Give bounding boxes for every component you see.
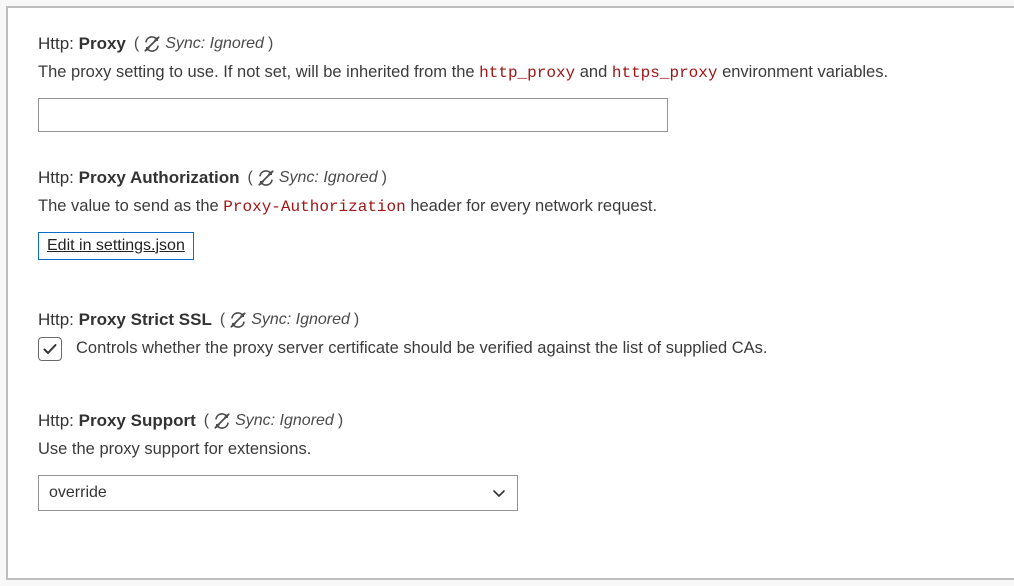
- proxy-input[interactable]: [38, 98, 668, 132]
- setting-category: Http:: [38, 168, 74, 187]
- desc-text: and: [575, 63, 612, 81]
- setting-http-proxy-strict-ssl: Http: Proxy Strict SSL ( Sync: Ignored): [38, 310, 988, 362]
- checkbox-row: Controls whether the proxy server certif…: [38, 336, 988, 362]
- sync-ignored-label: Sync: Ignored: [279, 169, 378, 187]
- desc-code: Proxy-Authorization: [223, 198, 405, 216]
- select-value: override: [49, 484, 107, 502]
- setting-header: Http: Proxy Authorization ( Sync: Ignore…: [38, 168, 988, 188]
- setting-name: Proxy: [79, 34, 126, 53]
- setting-title: Http: Proxy: [38, 34, 126, 54]
- setting-title: Http: Proxy Strict SSL: [38, 310, 212, 330]
- edit-in-settings-json-link[interactable]: Edit in settings.json: [38, 232, 194, 260]
- proxy-support-select[interactable]: override: [38, 475, 518, 511]
- setting-description: The proxy setting to use. If not set, wi…: [38, 60, 988, 86]
- desc-text: environment variables.: [717, 63, 888, 81]
- setting-header: Http: Proxy ( Sync: Ignored): [38, 34, 988, 54]
- setting-name: Proxy Support: [79, 411, 196, 430]
- setting-title: Http: Proxy Authorization: [38, 168, 240, 188]
- chevron-down-icon: [491, 485, 507, 501]
- setting-http-proxy-support: Http: Proxy Support ( Sync: Ignored) Use…: [38, 411, 988, 511]
- setting-category: Http:: [38, 310, 74, 329]
- sync-ignored-badge: ( Sync: Ignored): [134, 35, 273, 53]
- desc-text: The proxy setting to use. If not set, wi…: [38, 63, 479, 81]
- setting-category: Http:: [38, 34, 74, 53]
- checkbox-label: Controls whether the proxy server certif…: [76, 336, 768, 362]
- desc-code: http_proxy: [479, 64, 575, 82]
- settings-panel: Http: Proxy ( Sync: Ignored) The proxy s…: [6, 6, 1014, 580]
- setting-http-proxy-authorization: Http: Proxy Authorization ( Sync: Ignore…: [38, 168, 988, 260]
- setting-description: The value to send as the Proxy-Authoriza…: [38, 194, 988, 220]
- setting-name: Proxy Strict SSL: [79, 310, 212, 329]
- setting-description: Use the proxy support for extensions.: [38, 437, 988, 463]
- setting-title: Http: Proxy Support: [38, 411, 196, 431]
- sync-ignored-label: Sync: Ignored: [251, 311, 350, 329]
- sync-ignored-badge: ( Sync: Ignored): [220, 311, 359, 329]
- setting-header: Http: Proxy Support ( Sync: Ignored): [38, 411, 988, 431]
- setting-http-proxy: Http: Proxy ( Sync: Ignored) The proxy s…: [38, 34, 988, 132]
- sync-ignored-label: Sync: Ignored: [165, 35, 264, 53]
- desc-code: https_proxy: [612, 64, 718, 82]
- setting-name: Proxy Authorization: [79, 168, 240, 187]
- proxy-strict-ssl-checkbox[interactable]: [38, 337, 62, 361]
- desc-text: The value to send as the: [38, 197, 223, 215]
- setting-header: Http: Proxy Strict SSL ( Sync: Ignored): [38, 310, 988, 330]
- sync-ignored-icon: [143, 35, 161, 53]
- sync-ignored-icon: [257, 169, 275, 187]
- sync-ignored-badge: ( Sync: Ignored): [204, 412, 343, 430]
- sync-ignored-icon: [229, 311, 247, 329]
- sync-ignored-icon: [213, 412, 231, 430]
- sync-ignored-label: Sync: Ignored: [235, 412, 334, 430]
- desc-text: header for every network request.: [406, 197, 657, 215]
- setting-category: Http:: [38, 411, 74, 430]
- sync-ignored-badge: ( Sync: Ignored): [248, 169, 387, 187]
